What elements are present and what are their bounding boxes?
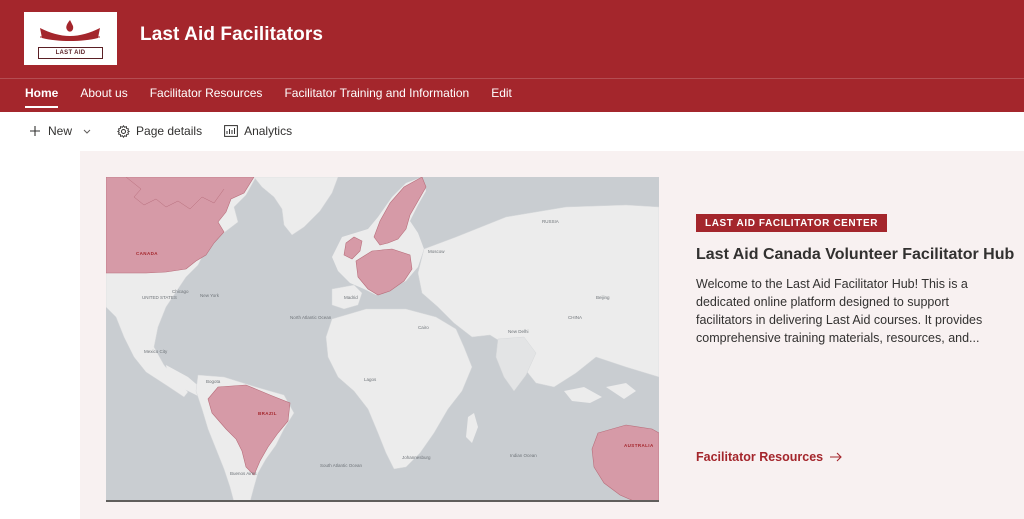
hero-section: RUSSIA UNITED STATES CANADA CHINA BRAZIL… [80,151,1024,519]
nav-item-facilitator-training[interactable]: Facilitator Training and Information [273,80,480,110]
nav-item-home[interactable]: Home [0,80,69,110]
facilitator-resources-link[interactable]: Facilitator Resources [696,450,843,464]
map-label-united-states: UNITED STATES [142,295,177,300]
map-label-new-delhi: New Delhi [508,329,529,334]
map-label-china: CHINA [568,315,582,320]
command-bar: New Page details Analytics [0,112,1024,150]
map-label-cairo: Cairo [418,325,429,330]
map-label-beijing: Beijing [596,295,610,300]
page-details-label: Page details [136,124,203,138]
map-label-canada: CANADA [136,251,158,256]
analytics-label: Analytics [244,124,293,138]
new-button[interactable]: New [28,124,92,138]
category-tag: LAST AID FACILITATOR CENTER [696,214,888,232]
map-label-brazil: BRAZIL [258,411,277,416]
facilitator-resources-link-label: Facilitator Resources [696,450,824,464]
map-label-madrid: Madrid [344,295,358,300]
site-header: LAST AID Last Aid Facilitators Home Abou… [0,0,1024,112]
map-label-lagos: Lagos [364,377,377,382]
gear-icon [116,124,130,138]
analytics-icon [224,124,238,138]
map-label-north-atlantic: North Atlantic Ocean [290,315,332,320]
map-label-chicago: Chicago [172,289,189,294]
map-label-south-atlantic: South Atlantic Ocean [320,463,363,468]
logo-inner: LAST AID [28,16,113,61]
world-map-svg: RUSSIA UNITED STATES CANADA CHINA BRAZIL… [106,177,659,502]
map-label-buenos-aires: Buenos Aires [230,471,257,476]
map-label-new-york: New York [200,293,220,298]
nav-item-facilitator-resources[interactable]: Facilitator Resources [139,80,274,110]
nav-item-about-us[interactable]: About us [69,80,138,110]
map-bottom-border [106,500,659,502]
new-label: New [48,124,73,138]
world-map-image[interactable]: RUSSIA UNITED STATES CANADA CHINA BRAZIL… [106,177,659,502]
top-navigation: Home About us Facilitator Resources Faci… [0,80,523,110]
header-divider [0,78,1024,79]
map-label-indian-ocean: Indian Ocean [510,453,537,458]
map-label-moscow: Moscow [428,249,445,254]
plus-icon [28,124,42,138]
map-label-johannesburg: Johannesburg [402,455,431,460]
page-details-button[interactable]: Page details [116,124,202,138]
hero-description: Welcome to the Last Aid Facilitator Hub!… [696,277,983,345]
logo-text: LAST AID [38,47,103,59]
arrow-right-icon [829,452,843,462]
map-label-bogota: Bogota [206,379,221,384]
map-label-australia: AUSTRALIA [624,443,654,448]
site-title[interactable]: Last Aid Facilitators [140,24,323,46]
map-label-mexico-city: Mexico City [144,349,168,354]
site-logo[interactable]: LAST AID [24,12,117,65]
analytics-button[interactable]: Analytics [224,124,292,138]
chevron-down-icon[interactable] [82,126,92,136]
map-label-russia: RUSSIA [542,219,559,224]
hero-title[interactable]: Last Aid Canada Volunteer Facilitator Hu… [696,246,1014,264]
nav-item-edit[interactable]: Edit [480,80,523,110]
